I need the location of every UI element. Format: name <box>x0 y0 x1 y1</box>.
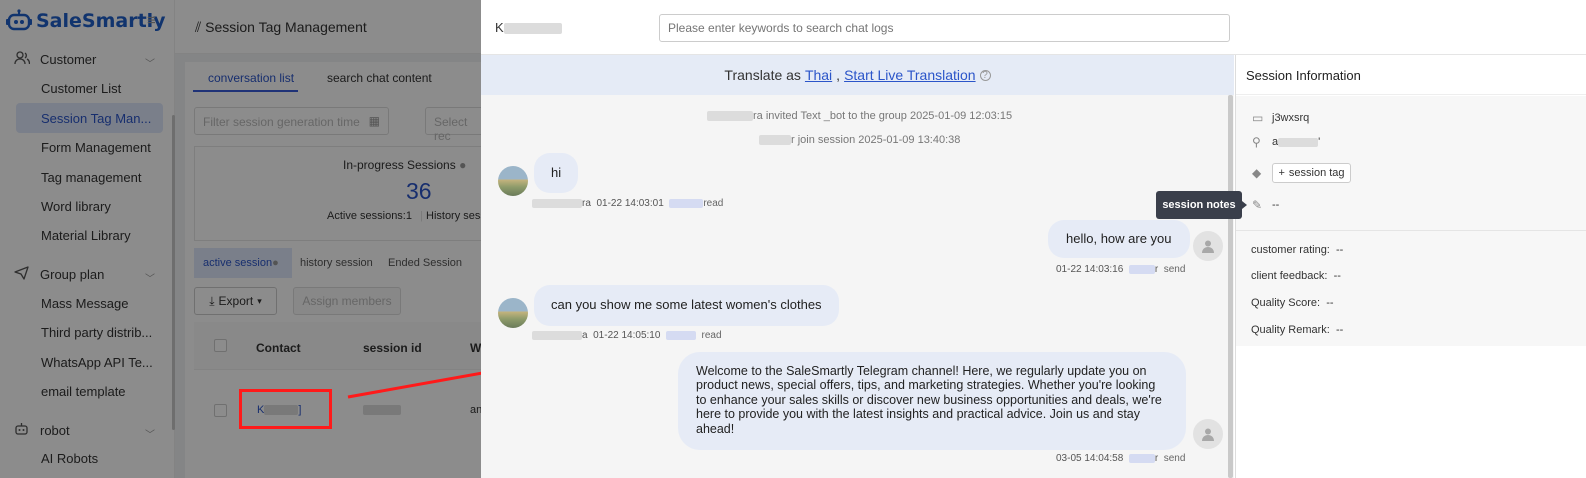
redacted <box>532 198 582 208</box>
message-meta: a 01-22 14:05:10 read <box>532 330 722 341</box>
system-message: ra invited Text _bot to the group 2025-0… <box>707 110 1012 122</box>
message-meta: 01-22 14:03:16 r send <box>1056 264 1185 275</box>
translate-bar: Translate as Thai, Start Live Translatio… <box>481 55 1234 95</box>
field-label: Quality Remark: <box>1251 324 1330 336</box>
session-tag-label: session tag <box>1288 167 1345 179</box>
quality-remark-row: Quality Remark: -- <box>1251 324 1343 336</box>
session-info-header: Session Information <box>1236 55 1586 95</box>
session-id-value: j3wxsrq <box>1272 112 1310 124</box>
field-value: -- <box>1326 297 1334 309</box>
quality-score-row: Quality Score: -- <box>1251 297 1334 309</box>
divider <box>1236 230 1586 231</box>
session-info-title: Session Information <box>1246 68 1361 83</box>
contact-name-text: K <box>495 20 504 35</box>
system-message: r join session 2025-01-09 13:40:38 <box>759 134 960 146</box>
customer-avatar[interactable] <box>498 298 528 328</box>
customer-rating-row: customer rating: -- <box>1251 244 1343 256</box>
field-value: -- <box>1336 244 1344 256</box>
user-icon: ⚲ <box>1252 135 1261 149</box>
message-bubble-in: hi <box>534 153 579 193</box>
field-label: client feedback: <box>1251 270 1328 282</box>
chat-drawer: K Translate as Thai, Start Live Translat… <box>481 0 1586 478</box>
tag-icon: ◆ <box>1252 166 1262 180</box>
message-bubble-out: hello, how are you <box>1048 220 1190 258</box>
translate-separator: , <box>836 67 841 83</box>
add-session-tag-button[interactable]: + session tag <box>1272 163 1351 183</box>
redacted <box>1128 264 1155 274</box>
tooltip-arrow <box>1242 201 1247 209</box>
translate-language-link[interactable]: Thai <box>805 67 832 83</box>
agent-row: ⚲ a ' <box>1252 135 1320 149</box>
redacted <box>532 330 582 340</box>
redacted <box>1128 453 1155 463</box>
translate-prefix: Translate as <box>724 67 801 83</box>
message-bubble-out: Welcome to the SaleSmartly Telegram chan… <box>678 352 1186 450</box>
drawer-header: K <box>481 0 1586 55</box>
redacted <box>503 23 562 35</box>
session-notes-tooltip: session notes <box>1156 191 1242 219</box>
system-message-text: ra invited Text _bot to the group 2025-0… <box>753 110 1013 122</box>
field-value: -- <box>1335 324 1344 336</box>
client-feedback-row: client feedback: -- <box>1251 270 1341 282</box>
plus-icon: + <box>1278 167 1285 179</box>
contact-name: K <box>495 20 562 35</box>
message-status: read <box>703 198 724 209</box>
message-meta: 03-05 14:04:58 r send <box>1056 453 1185 464</box>
message-time: 01-22 14:03:16 <box>1056 264 1124 275</box>
field-label: Quality Score: <box>1251 297 1321 309</box>
help-icon[interactable]: ? <box>979 69 991 81</box>
start-live-translation-link[interactable]: Start Live Translation <box>844 67 976 83</box>
user-icon <box>1202 428 1214 441</box>
message-meta: ra 01-22 14:03:01 read <box>532 198 723 209</box>
agent-avatar <box>1193 231 1223 261</box>
chat-search-input[interactable] <box>659 14 1230 42</box>
agent-name: r <box>1154 264 1159 275</box>
redacted <box>669 198 704 208</box>
redacted <box>665 330 696 340</box>
sender-name: ra <box>582 198 591 209</box>
message-status: send <box>1163 453 1186 464</box>
session-notes-row[interactable]: ✎ -- <box>1252 198 1279 212</box>
redacted <box>759 135 791 146</box>
session-notes-value: -- <box>1272 199 1280 211</box>
message-bubble-in: can you show me some latest women's clot… <box>534 285 839 326</box>
session-id-row: ▭ j3wxsrq <box>1252 111 1309 125</box>
agent-name-value: a ' <box>1272 136 1320 148</box>
message-time: 01-22 14:05:10 <box>593 330 661 341</box>
user-icon <box>1202 240 1214 253</box>
message-status: read <box>701 330 722 341</box>
id-card-icon: ▭ <box>1252 111 1264 125</box>
system-message-text: r join session 2025-01-09 13:40:38 <box>791 134 961 146</box>
customer-avatar[interactable] <box>498 166 528 196</box>
field-label: customer rating: <box>1251 244 1330 256</box>
redacted <box>707 111 753 122</box>
edit-icon[interactable]: ✎ <box>1252 198 1266 212</box>
agent-avatar <box>1193 419 1223 449</box>
redacted <box>1278 137 1319 147</box>
sender-name: a <box>582 330 588 341</box>
annotation-highlight-box <box>239 389 332 429</box>
message-time: 03-05 14:04:58 <box>1056 453 1124 464</box>
message-time: 01-22 14:03:01 <box>596 198 664 209</box>
agent-name: r <box>1154 453 1159 464</box>
session-info-panel: Session Information ▭ j3wxsrq ⚲ a ' ◆ + se… <box>1235 55 1586 478</box>
agent-suffix: ' <box>1318 136 1321 148</box>
message-status: send <box>1163 264 1186 275</box>
field-value: -- <box>1333 270 1341 282</box>
chat-scrollbar[interactable] <box>1228 95 1233 478</box>
